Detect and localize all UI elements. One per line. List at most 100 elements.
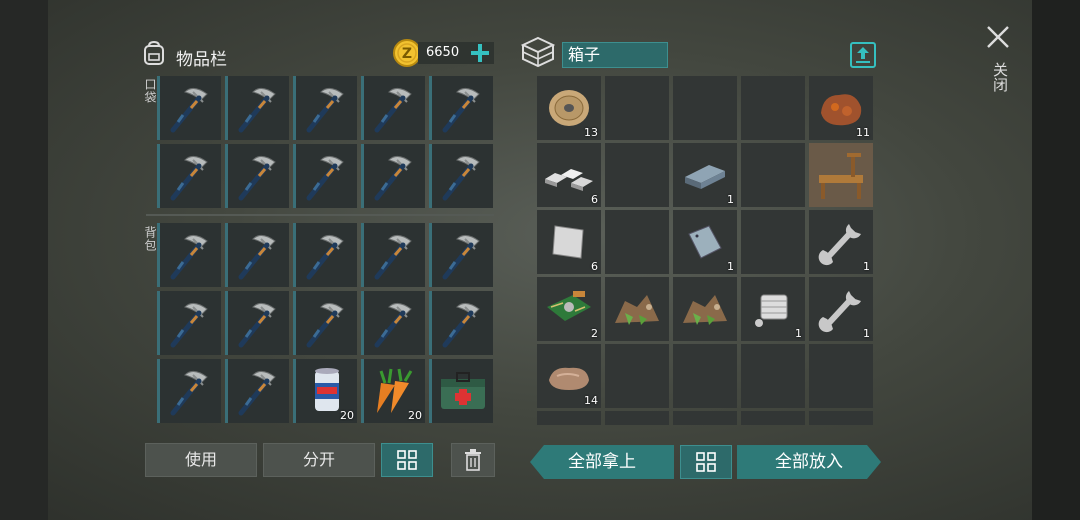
chest-slot[interactable]: 6 (537, 143, 601, 207)
pickaxe-icon (160, 291, 221, 355)
pickaxe-icon (296, 144, 357, 208)
pocket-slot[interactable] (429, 144, 493, 208)
backpack-slot[interactable] (157, 291, 221, 355)
backpack-slot[interactable] (225, 291, 289, 355)
chest-slot[interactable]: 13 (537, 76, 601, 140)
pickaxe-icon (296, 223, 357, 287)
pocket-slot[interactable] (293, 144, 357, 208)
pickaxe-icon (228, 144, 289, 208)
pickaxe-icon (432, 291, 493, 355)
close-button[interactable]: 关闭 (983, 24, 1013, 104)
chest-slot[interactable] (605, 210, 669, 274)
pickaxe-icon (160, 144, 221, 208)
chest-slot[interactable]: 6 (537, 210, 601, 274)
chest-slot[interactable]: 1 (673, 210, 737, 274)
grid-icon (397, 450, 417, 470)
chest-slot[interactable] (673, 76, 737, 140)
backpack-slot[interactable] (225, 359, 289, 423)
chest-slot[interactable] (741, 210, 805, 274)
chest-slot[interactable]: 1 (809, 277, 873, 341)
pickaxe-icon (364, 144, 425, 208)
pocket-slot[interactable] (225, 144, 289, 208)
item-count: 13 (584, 126, 598, 139)
screen-edge-right (1032, 0, 1080, 520)
chest-slot[interactable] (605, 76, 669, 140)
backpack-slot[interactable]: 20 (361, 359, 425, 423)
pocket-slot[interactable] (361, 76, 425, 140)
chest-slot[interactable]: 14 (537, 344, 601, 408)
backpack-icon (141, 40, 167, 66)
pocket-slot[interactable] (429, 76, 493, 140)
item-count: 1 (863, 327, 870, 340)
use-button[interactable]: 使用 (145, 443, 257, 477)
trash-button[interactable] (451, 443, 495, 477)
coin-amount: 6650 (426, 45, 460, 60)
chest-upload-button[interactable] (849, 41, 877, 69)
backpack-slot[interactable] (293, 223, 357, 287)
chest-sort-button[interactable] (680, 445, 732, 479)
pocket-slot[interactable] (293, 76, 357, 140)
put-all-button[interactable]: 全部放入 (737, 445, 881, 479)
item-count: 14 (584, 394, 598, 407)
pickaxe-icon (364, 291, 425, 355)
chest-name-field[interactable]: 箱子 (562, 42, 668, 68)
chest-slot[interactable]: 2 (537, 277, 601, 341)
ore-pile-icon (605, 277, 669, 341)
backpack-slot[interactable] (429, 291, 493, 355)
chest-slot[interactable]: 1 (741, 277, 805, 341)
upload-icon (850, 42, 876, 68)
inventory-sort-button[interactable] (381, 443, 433, 477)
chest-slot[interactable] (605, 277, 669, 341)
chest-slot[interactable]: 11 (809, 76, 873, 140)
pickaxe-icon (160, 359, 221, 423)
backpack-slot[interactable] (361, 291, 425, 355)
pocket-slot[interactable] (225, 76, 289, 140)
workbench-icon (809, 143, 873, 207)
item-count: 1 (727, 193, 734, 206)
chest-slot-partial (605, 411, 669, 425)
pickaxe-icon (364, 76, 425, 140)
item-count: 20 (408, 409, 422, 422)
chest-slot[interactable]: 1 (809, 210, 873, 274)
pickaxe-icon (160, 223, 221, 287)
chest-slot[interactable]: 1 (673, 143, 737, 207)
split-button[interactable]: 分开 (263, 443, 375, 477)
pocket-slot[interactable] (361, 144, 425, 208)
backpack-slot[interactable] (157, 223, 221, 287)
item-count: 1 (863, 260, 870, 273)
item-count: 2 (591, 327, 598, 340)
backpack-slot[interactable] (157, 359, 221, 423)
chest-slot-partial (741, 411, 805, 425)
pickaxe-icon (296, 76, 357, 140)
chest-slot[interactable] (741, 344, 805, 408)
add-coins-button[interactable] (469, 42, 491, 64)
backpack-slot[interactable]: 20 (293, 359, 357, 423)
close-label: 关闭 (991, 62, 1009, 92)
item-count: 1 (727, 260, 734, 273)
inventory-title: 物品栏 (176, 50, 227, 70)
first-aid-kit-icon (432, 359, 493, 423)
backpack-slot[interactable] (293, 291, 357, 355)
backpack-slot[interactable] (429, 223, 493, 287)
section-divider (146, 214, 494, 216)
chest-slot[interactable] (809, 344, 873, 408)
chest-slot[interactable] (673, 344, 737, 408)
pickaxe-icon (228, 223, 289, 287)
pickaxe-icon (432, 76, 493, 140)
pickaxe-icon (432, 223, 493, 287)
chest-slot[interactable] (605, 143, 669, 207)
chest-icon (521, 36, 555, 68)
take-all-button[interactable]: 全部拿上 (530, 445, 674, 479)
backpack-slot[interactable] (361, 223, 425, 287)
item-count: 20 (340, 409, 354, 422)
chest-slot[interactable] (673, 277, 737, 341)
chest-slot[interactable] (605, 344, 669, 408)
backpack-slot[interactable] (225, 223, 289, 287)
pocket-slot[interactable] (157, 144, 221, 208)
backpack-slot[interactable] (429, 359, 493, 423)
chest-slot-partial (537, 411, 601, 425)
chest-slot[interactable] (741, 76, 805, 140)
pocket-slot[interactable] (157, 76, 221, 140)
chest-slot[interactable] (809, 143, 873, 207)
chest-slot[interactable] (741, 143, 805, 207)
